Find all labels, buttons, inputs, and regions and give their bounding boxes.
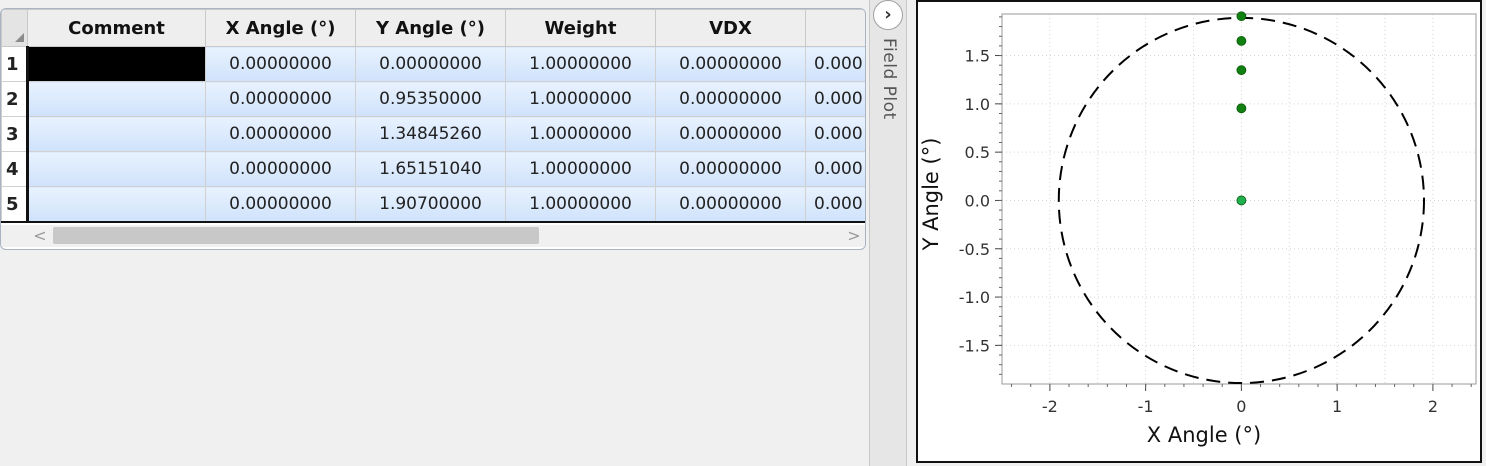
y-tick-label: -1.0	[959, 288, 990, 307]
column-header-y-angle[interactable]: Y Angle (°)	[355, 9, 506, 47]
weight-cell[interactable]: 1.00000000	[505, 116, 656, 152]
comment-cell[interactable]	[27, 46, 206, 82]
fields-table: Comment X Angle (°) Y Angle (°) Weight V…	[1, 9, 865, 223]
column-header-weight[interactable]: Weight	[505, 9, 656, 47]
y-tick-label: -1.5	[959, 336, 990, 355]
field-point	[1236, 195, 1247, 206]
row-header[interactable]: 2	[1, 81, 29, 117]
table-row: 3 0.00000000 1.34845260 1.00000000 0.000…	[1, 116, 865, 152]
field-point	[1236, 11, 1247, 22]
field-plot-chart: -2 -1 0 1 2 -1.5 -1.0 -0.5 0.0 0.5 1.0 1.5 X Angle …	[919, 11, 1477, 447]
column-header-x-angle[interactable]: X Angle (°)	[205, 9, 356, 47]
y-tick-label: 0.0	[965, 191, 990, 210]
y-angle-cell[interactable]: 0.00000000	[355, 46, 506, 82]
y-axis-title: Y Angle (°)	[919, 138, 943, 252]
weight-cell[interactable]: 1.00000000	[505, 46, 656, 82]
vdy-cell[interactable]: 0.000	[805, 81, 865, 117]
comment-cell[interactable]	[27, 151, 206, 187]
x-tick-label: 1	[1332, 397, 1342, 416]
field-data-grid: Comment X Angle (°) Y Angle (°) Weight V…	[0, 8, 866, 250]
x-angle-cell[interactable]: 0.00000000	[205, 46, 356, 82]
field-point	[1236, 65, 1247, 76]
field-plot-side-tab[interactable]: › Field Plot	[869, 0, 907, 466]
scroll-right-arrow-icon[interactable]: >	[845, 226, 863, 246]
expand-chevron-icon[interactable]: ›	[873, 0, 903, 30]
weight-cell[interactable]: 1.00000000	[505, 151, 656, 187]
x-angle-cell[interactable]: 0.00000000	[205, 116, 356, 152]
horizontal-scrollbar[interactable]: < >	[1, 225, 865, 247]
comment-cell[interactable]	[27, 81, 206, 117]
x-tick-label: 0	[1236, 397, 1246, 416]
select-all-corner[interactable]	[1, 9, 28, 47]
comment-cell[interactable]	[27, 186, 206, 223]
x-tick-label: -1	[1138, 397, 1154, 416]
row-header[interactable]: 5	[1, 186, 29, 223]
scrollbar-thumb[interactable]	[53, 227, 539, 244]
weight-cell[interactable]: 1.00000000	[505, 81, 656, 117]
y-tick-label: 1.5	[965, 47, 990, 66]
vdy-cell[interactable]: 0.000	[805, 186, 865, 223]
vdx-cell[interactable]: 0.00000000	[655, 151, 806, 187]
comment-cell[interactable]	[27, 116, 206, 152]
table-row: 4 0.00000000 1.65151040 1.00000000 0.000…	[1, 151, 865, 187]
x-angle-cell[interactable]: 0.00000000	[205, 186, 356, 223]
y-angle-cell[interactable]: 1.65151040	[355, 151, 506, 187]
y-tick-label: 0.5	[965, 143, 990, 162]
field-point	[1236, 103, 1247, 114]
weight-cell[interactable]: 1.00000000	[505, 186, 656, 223]
x-axis-title: X Angle (°)	[1147, 423, 1261, 447]
grid-viewport: Comment X Angle (°) Y Angle (°) Weight V…	[1, 9, 865, 223]
scroll-left-arrow-icon[interactable]: <	[31, 226, 49, 246]
column-header-vdy-partial[interactable]: V	[805, 9, 865, 47]
x-angle-cell[interactable]: 0.00000000	[205, 151, 356, 187]
column-header-vdx[interactable]: VDX	[655, 9, 806, 47]
x-tick-label: 2	[1428, 397, 1438, 416]
vdx-cell[interactable]: 0.00000000	[655, 116, 806, 152]
vdx-cell[interactable]: 0.00000000	[655, 46, 806, 82]
row-header[interactable]: 1	[1, 46, 29, 82]
field-point	[1236, 36, 1247, 46]
vdx-cell[interactable]: 0.00000000	[655, 81, 806, 117]
y-angle-cell[interactable]: 1.34845260	[355, 116, 506, 152]
row-header[interactable]: 4	[1, 151, 29, 187]
side-tab-label: Field Plot	[879, 38, 899, 120]
vdx-cell[interactable]: 0.00000000	[655, 186, 806, 223]
y-angle-cell[interactable]: 0.95350000	[355, 81, 506, 117]
field-plot-panel: -2 -1 0 1 2 -1.5 -1.0 -0.5 0.0 0.5 1.0 1.5 X Angle …	[916, 0, 1482, 463]
y-tick-label: -0.5	[959, 240, 990, 259]
y-angle-cell[interactable]: 1.90700000	[355, 186, 506, 223]
vdy-cell[interactable]: 0.000	[805, 46, 865, 82]
vdy-cell[interactable]: 0.000	[805, 151, 865, 187]
x-tick-label: -2	[1042, 397, 1058, 416]
vdy-cell[interactable]: 0.000	[805, 116, 865, 152]
table-row: 2 0.00000000 0.95350000 1.00000000 0.000…	[1, 81, 865, 117]
column-header-comment[interactable]: Comment	[27, 9, 206, 47]
table-row: 1 0.00000000 0.00000000 1.00000000 0.000…	[1, 46, 865, 82]
row-header[interactable]: 3	[1, 116, 29, 152]
x-angle-cell[interactable]: 0.00000000	[205, 81, 356, 117]
y-tick-label: 1.0	[965, 95, 990, 114]
table-row: 5 0.00000000 1.90700000 1.00000000 0.000…	[1, 186, 865, 223]
